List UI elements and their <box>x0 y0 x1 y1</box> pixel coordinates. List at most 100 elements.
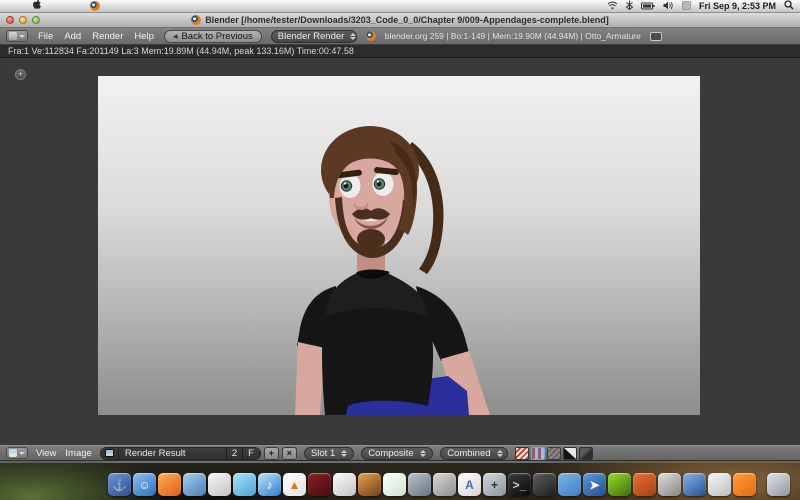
wifi-icon[interactable] <box>607 0 618 15</box>
blender-app-menu-icon[interactable] <box>90 1 100 11</box>
feather-notes-icon[interactable] <box>383 473 406 496</box>
info-editor-header: File Add Render Help ◂ Back to Previous … <box>0 28 800 45</box>
dvd-player-icon[interactable] <box>308 473 331 496</box>
textedit-icon[interactable]: A <box>458 473 481 496</box>
slot-select[interactable]: Slot 1 <box>303 446 355 460</box>
slot-value: Slot 1 <box>310 447 336 459</box>
image-name-field[interactable]: Render Result <box>118 447 227 459</box>
render-stats-bar: Fra:1 Ve:112834 Fa:201149 La:3 Mem:19.89… <box>0 45 800 58</box>
updown-arrows-icon <box>341 449 348 457</box>
blender-logo-icon <box>365 31 376 41</box>
firefox-icon[interactable] <box>158 473 181 496</box>
system-prefs-icon[interactable] <box>533 473 556 496</box>
menu-view[interactable]: View <box>35 448 57 459</box>
pass-select[interactable]: Combined <box>440 446 509 460</box>
render-engine-value: Blender Render <box>277 30 345 42</box>
render-engine-select[interactable]: Blender Render <box>270 29 357 43</box>
updown-arrows-icon <box>496 449 503 457</box>
photo-booth-icon[interactable] <box>333 473 356 496</box>
photos-stack-icon[interactable] <box>708 473 731 496</box>
editor-type-button[interactable] <box>6 30 28 42</box>
window-titlebar[interactable]: Blender [/home/tester/Downloads/3203_Cod… <box>0 13 800 28</box>
image-editor-area[interactable]: + <box>0 58 800 445</box>
back-to-previous-label: Back to Previous <box>181 30 253 42</box>
trash-icon[interactable] <box>767 473 790 496</box>
menubar-status-area: Fri Sep 9, 2:53 PM <box>607 0 794 15</box>
region-expand-icon[interactable]: + <box>15 69 26 80</box>
menu-file[interactable]: File <box>37 31 54 42</box>
finder-icon[interactable]: ☺ <box>133 473 156 496</box>
image-paint-icon[interactable] <box>579 446 594 460</box>
software-update-icon[interactable] <box>683 473 706 496</box>
render-stats-text: Fra:1 Ve:112834 Fa:201149 La:3 Mem:19.89… <box>8 46 354 56</box>
preview-icon[interactable] <box>208 473 231 496</box>
remote-desktop-icon[interactable]: ➤ <box>583 473 606 496</box>
window-layout-icon[interactable] <box>649 31 662 41</box>
battery-icon[interactable] <box>640 0 655 15</box>
chat-icon[interactable] <box>233 473 256 496</box>
menu-render[interactable]: Render <box>91 31 124 42</box>
back-to-previous-button[interactable]: ◂ Back to Previous <box>163 29 262 43</box>
zoom-window-button[interactable] <box>32 16 40 24</box>
quicktime-icon[interactable] <box>358 473 381 496</box>
fake-user-button[interactable]: F <box>243 447 260 459</box>
image-users-count[interactable]: 2 <box>226 447 244 459</box>
scanner-icon[interactable] <box>433 473 456 496</box>
draw-alpha-icon[interactable] <box>547 446 562 460</box>
back-arrow-icon: ◂ <box>172 30 178 41</box>
menu-image[interactable]: Image <box>64 448 92 459</box>
image-editor-icon <box>9 449 17 457</box>
updown-arrows-icon <box>350 32 357 40</box>
dock: ⚓ ☺ ♪ ▲ A + >_ ➤ <box>0 461 800 500</box>
vlc-icon[interactable]: ▲ <box>283 473 306 496</box>
window-title: Blender [/home/tester/Downloads/3203_Cod… <box>205 15 609 25</box>
bluetooth-icon[interactable] <box>625 0 634 15</box>
info-editor-icon <box>9 32 17 40</box>
folder-icon[interactable] <box>558 473 581 496</box>
chevron-down-icon <box>19 451 25 455</box>
terminal-icon[interactable]: >_ <box>508 473 531 496</box>
blender-dock-icon[interactable] <box>733 473 756 496</box>
menubar: Fri Sep 9, 2:53 PM <box>0 0 800 13</box>
browser-globe-icon[interactable] <box>183 473 206 496</box>
close-window-button[interactable] <box>6 16 14 24</box>
layer-value: Composite <box>368 447 414 459</box>
menu-help[interactable]: Help <box>133 31 155 42</box>
minimize-window-button[interactable] <box>19 16 27 24</box>
draw-zdepth-icon[interactable] <box>563 446 578 460</box>
new-image-button[interactable]: + <box>263 446 279 460</box>
itunes-icon[interactable]: ♪ <box>258 473 281 496</box>
image-editor-header: View Image Render Result 2 F + × Slot 1 … <box>0 445 800 461</box>
anchor-app-icon[interactable]: ⚓ <box>108 473 131 496</box>
character-render <box>295 126 490 415</box>
desktop: Fri Sep 9, 2:53 PM Blender [/home/tester… <box>0 0 800 500</box>
ubuntu-software-icon[interactable] <box>633 473 656 496</box>
nvidia-settings-icon[interactable] <box>608 473 631 496</box>
draw-rgba-icon[interactable] <box>531 446 546 460</box>
image-datablock-browse-button[interactable] <box>100 447 119 459</box>
layer-select[interactable]: Composite <box>361 446 434 460</box>
input-menu-icon[interactable] <box>681 0 691 15</box>
chevron-down-icon <box>19 34 25 38</box>
image-capture-icon[interactable] <box>408 473 431 496</box>
draw-channel-buttons <box>515 446 594 460</box>
image-datablock: Render Result 2 F <box>99 446 261 460</box>
volume-icon[interactable] <box>663 0 674 15</box>
unlink-image-button[interactable]: × <box>281 446 297 460</box>
menubar-clock[interactable]: Fri Sep 9, 2:53 PM <box>699 1 776 11</box>
window-controls <box>6 16 54 24</box>
spotlight-icon[interactable] <box>784 0 794 15</box>
apple-menu-icon[interactable] <box>32 0 42 15</box>
updown-arrows-icon <box>420 449 427 457</box>
render-result-image <box>98 76 700 415</box>
image-editor-type-button[interactable] <box>6 447 28 459</box>
dock-icons: ⚓ ☺ ♪ ▲ A + >_ ➤ <box>108 473 790 496</box>
pass-value: Combined <box>447 447 491 459</box>
blender-titlebar-icon <box>191 15 202 25</box>
draw-rgb-icon[interactable] <box>515 446 530 460</box>
printer-icon[interactable] <box>658 473 681 496</box>
calculator-icon[interactable]: + <box>483 473 506 496</box>
menu-add[interactable]: Add <box>63 31 82 42</box>
window-title-wrap: Blender [/home/tester/Downloads/3203_Cod… <box>54 15 746 25</box>
scene-stats-text: blender.org 259 | Bo:1-149 | Mem:19.90M … <box>384 31 641 41</box>
